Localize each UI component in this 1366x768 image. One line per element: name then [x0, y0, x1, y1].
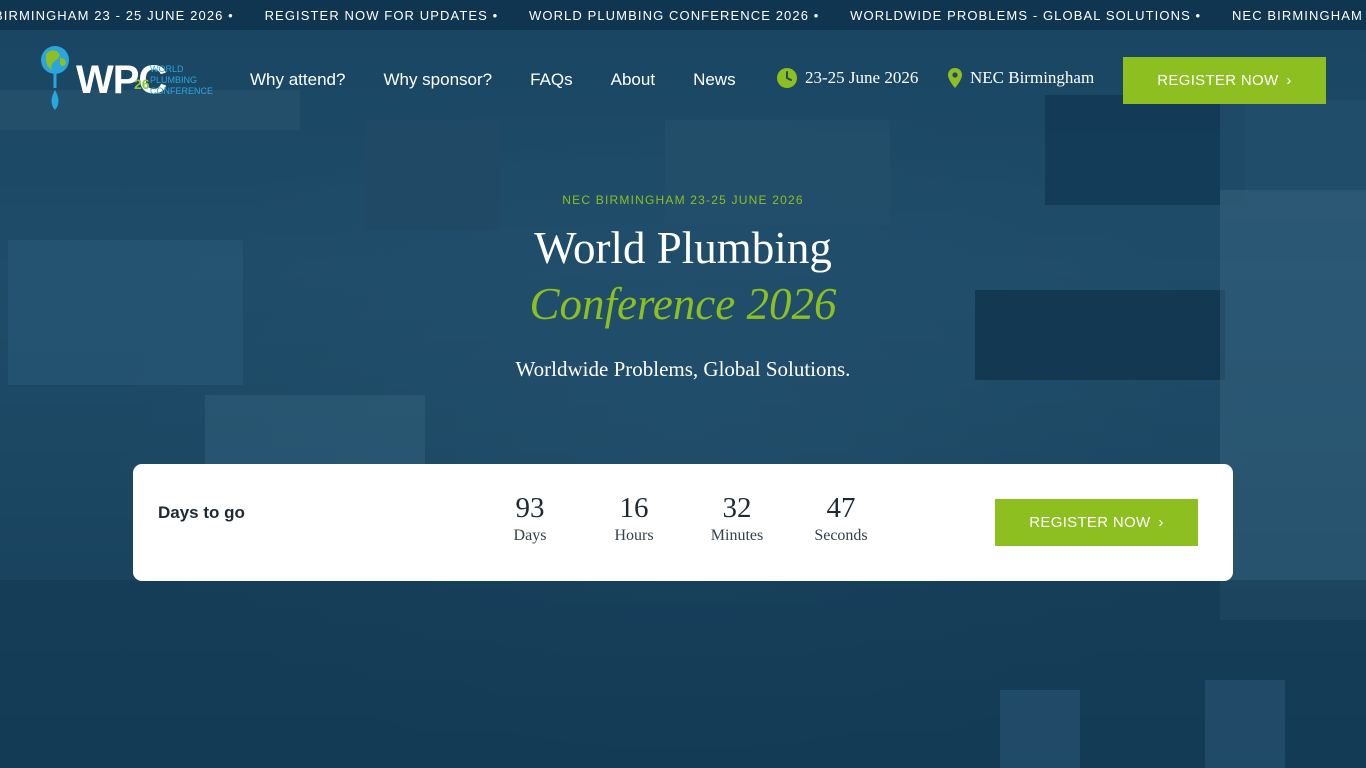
event-date: 23-25 June 2026 [777, 68, 918, 88]
map-pin-icon [948, 68, 962, 88]
hero-tagline: Worldwide Problems, Global Solutions. [515, 357, 851, 381]
countdown-label: Days to go [158, 503, 245, 522]
register-button-label: REGISTER NOW [1029, 514, 1151, 531]
nav-item-news[interactable]: News [693, 70, 736, 90]
nav-item-faqs[interactable]: FAQs [530, 70, 573, 90]
logo-subtitle: WORLD PLUMBING CONFERENCE [150, 64, 214, 97]
countdown-seconds: 47 Seconds [791, 492, 891, 545]
countdown-register-button[interactable]: REGISTER NOW › [995, 499, 1198, 546]
logo-line: WORLD [150, 64, 184, 74]
countdown-minutes: 32 Minutes [687, 492, 787, 545]
countdown-card: Days to go 93 Days 16 Hours 32 Minutes 4… [133, 464, 1233, 581]
countdown-value: 47 [826, 492, 856, 524]
nav-item-why-attend[interactable]: Why attend? [250, 70, 345, 90]
event-location-text: NEC Birmingham [970, 68, 1095, 87]
countdown-unit-label: Hours [614, 527, 654, 544]
header-register-button[interactable]: REGISTER NOW › [1123, 57, 1326, 104]
clock-icon [777, 68, 797, 88]
site-logo[interactable]: WPC 26 WORLD PLUMBING CONFERENCE [40, 44, 214, 116]
countdown-unit-label: Days [513, 527, 547, 544]
logo-line: CONFERENCE [150, 86, 214, 96]
countdown-value: 32 [722, 492, 752, 524]
countdown-unit-label: Minutes [710, 527, 764, 544]
hero-title-line1: World Plumbing [534, 223, 832, 273]
countdown-value: 16 [619, 492, 649, 524]
globe-drop-icon [41, 46, 69, 110]
hero-eyebrow: NEC BIRMINGHAM 23-25 JUNE 2026 [562, 193, 804, 207]
main-nav: Why attend? Why sponsor? FAQs About News [250, 70, 774, 90]
event-date-text: 23-25 June 2026 [805, 68, 919, 87]
countdown-value: 93 [515, 492, 545, 524]
ticker-track: BIRMINGHAM 23 - 25 JUNE 2026 • REGISTER … [0, 8, 1366, 23]
ticker-item: WORLDWIDE PROBLEMS - GLOBAL SOLUTIONS • [850, 8, 1202, 23]
nav-item-about[interactable]: About [611, 70, 655, 90]
nav-item-why-sponsor[interactable]: Why sponsor? [383, 70, 492, 90]
logo-year-badge: 26 [134, 76, 150, 92]
chevron-right-icon: › [1158, 514, 1164, 531]
countdown-days: 93 Days [480, 492, 580, 545]
logo-line: PLUMBING [150, 75, 198, 85]
announcement-ticker: BIRMINGHAM 23 - 25 JUNE 2026 • REGISTER … [0, 0, 1366, 30]
countdown-hours: 16 Hours [584, 492, 684, 545]
ticker-item: WORLD PLUMBING CONFERENCE 2026 • [528, 8, 820, 23]
ticker-item: BIRMINGHAM 23 - 25 JUNE 2026 • [0, 8, 234, 23]
site-header: WPC 26 WORLD PLUMBING CONFERENCE Why att… [0, 30, 1366, 130]
hero-title-line2: Conference 2026 [529, 279, 837, 329]
ticker-item: NEC BIRMINGHAM 23 - 25 JUNE 2026 [1231, 8, 1366, 23]
ticker-item: REGISTER NOW FOR UPDATES • [264, 8, 499, 23]
countdown-unit-label: Seconds [814, 527, 868, 544]
chevron-right-icon: › [1286, 72, 1292, 89]
event-location: NEC Birmingham [948, 68, 1094, 88]
register-button-label: REGISTER NOW [1157, 72, 1279, 89]
